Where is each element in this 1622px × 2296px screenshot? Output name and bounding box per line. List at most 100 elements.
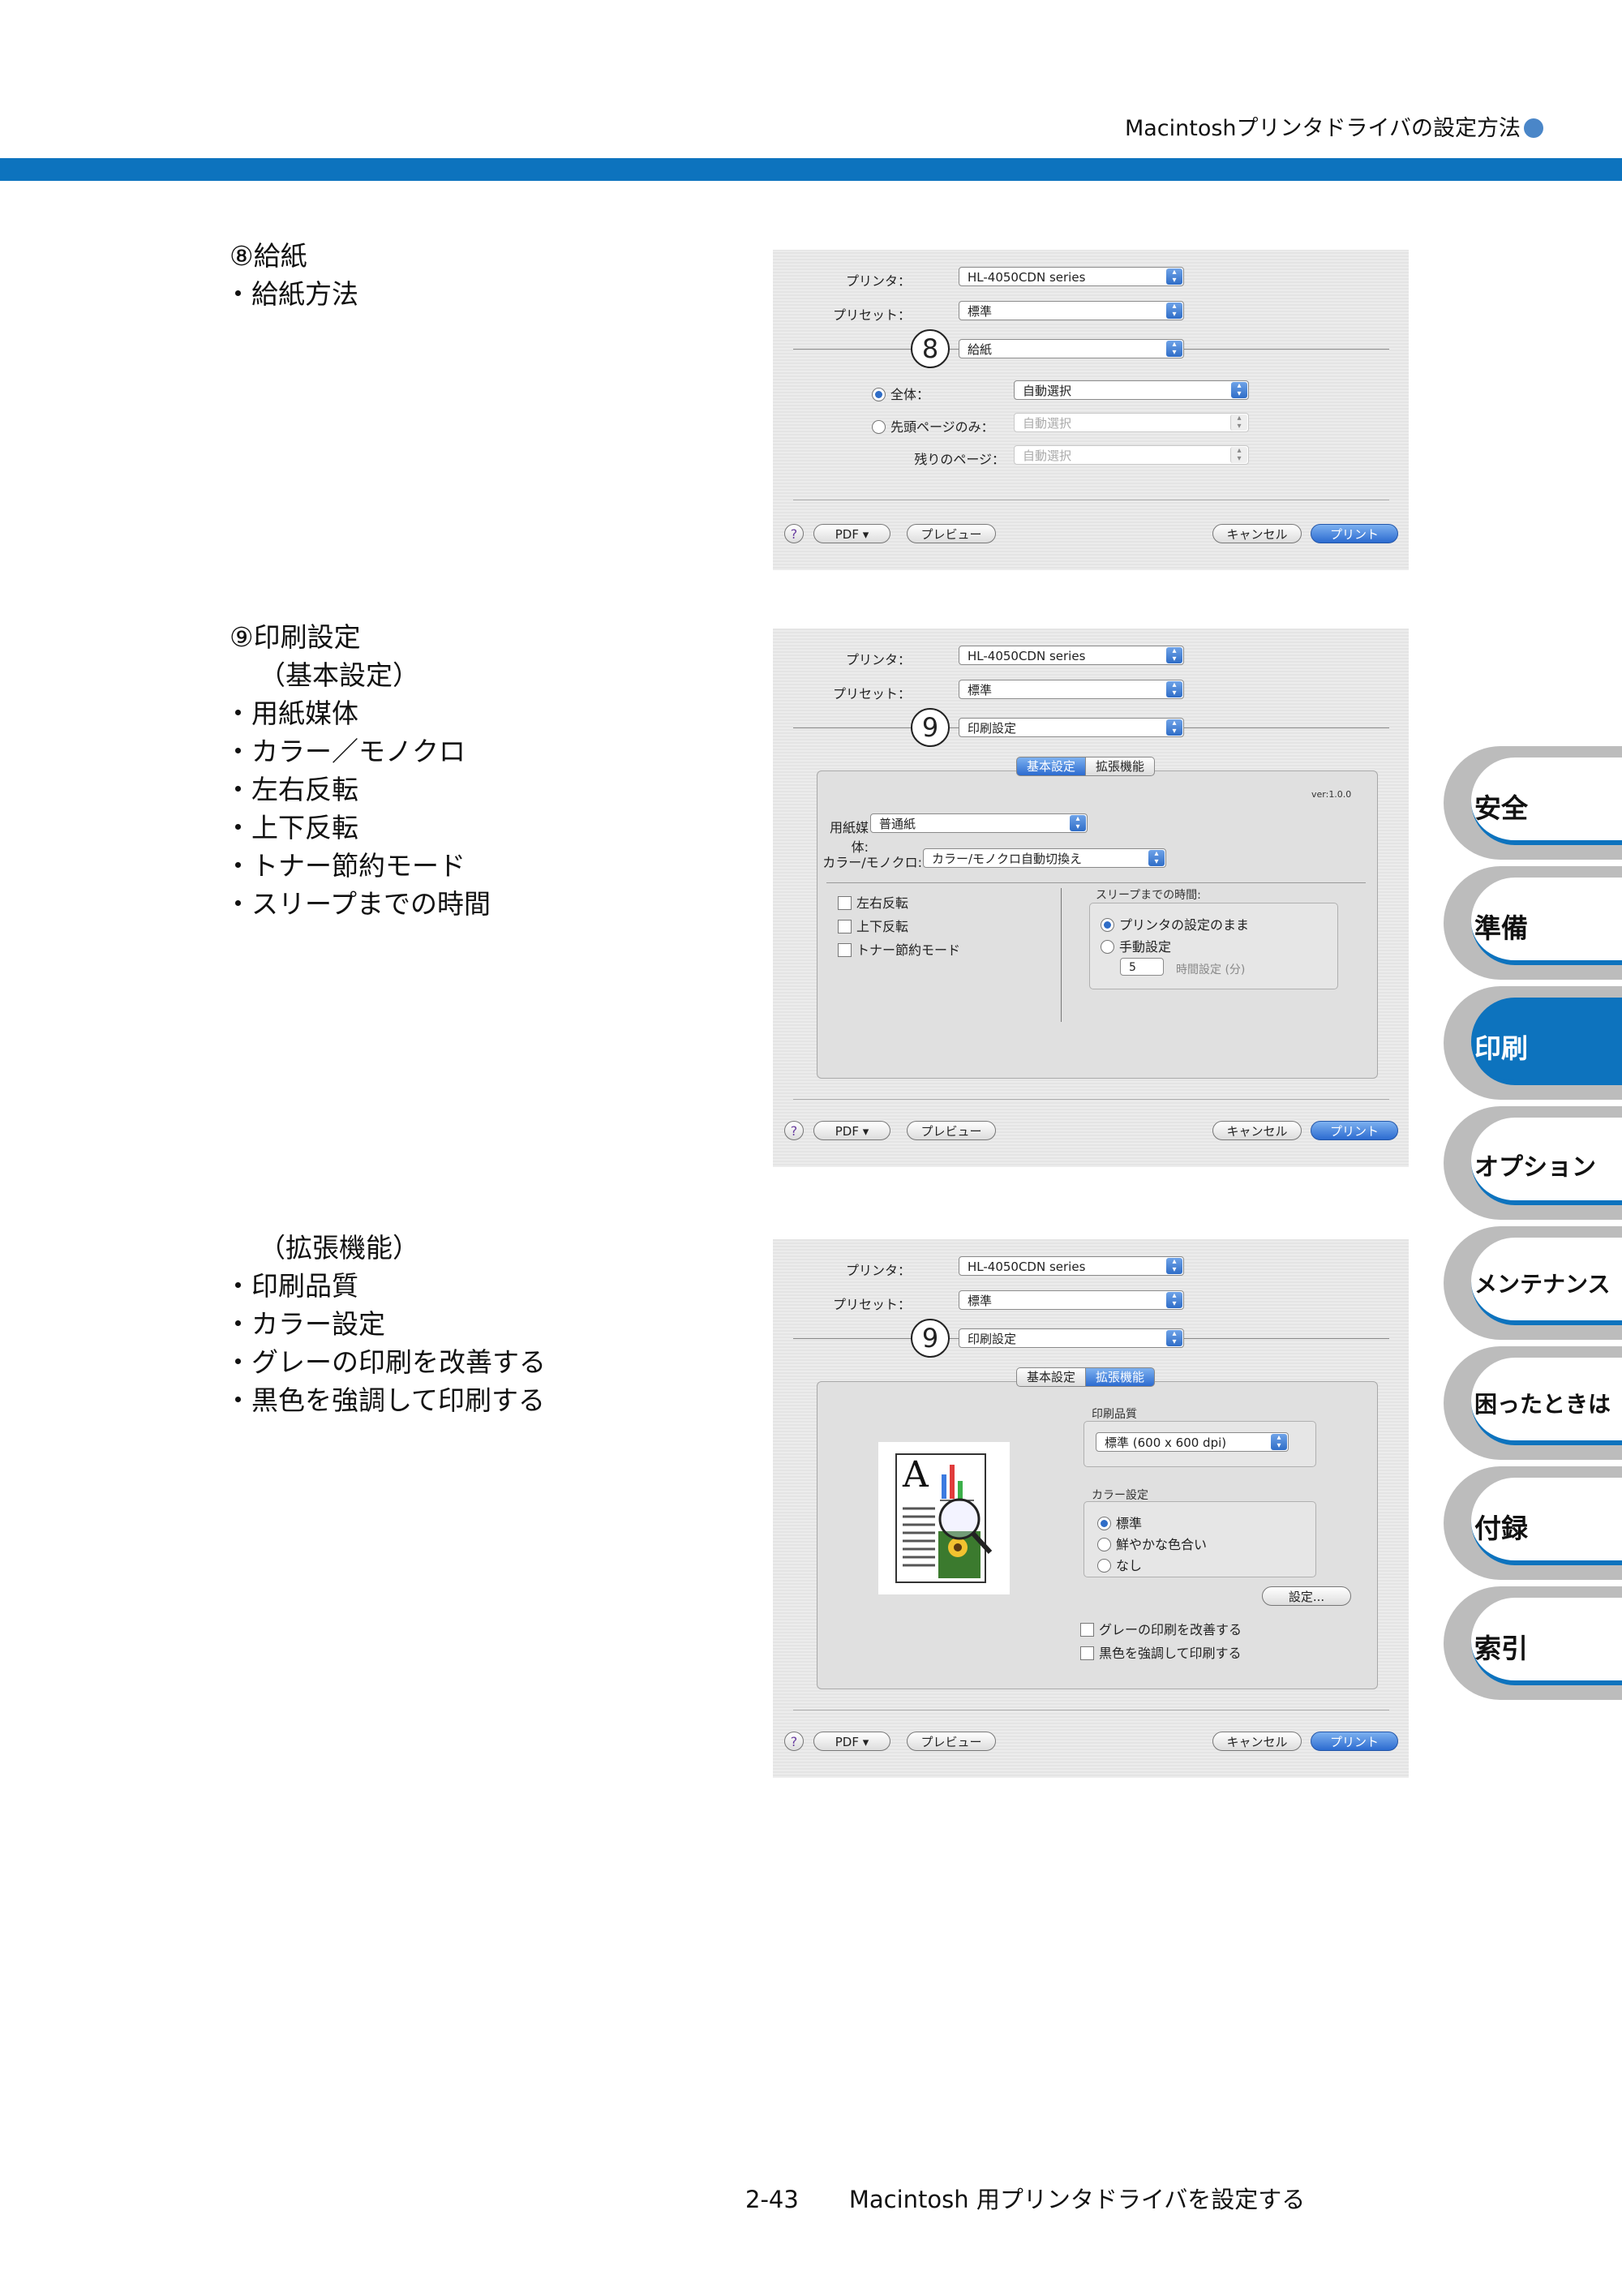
footer-title: Macintosh 用プリンタドライバを設定する — [848, 2186, 1306, 2213]
updown-arrow-icon: ▴ ▾ — [1231, 382, 1247, 398]
list-item: 黒色を強調して印刷する — [225, 1381, 546, 1419]
print-button[interactable]: プリント — [1311, 524, 1398, 543]
checkbox-icon — [1080, 1623, 1094, 1637]
help-button[interactable]: ? — [784, 1732, 804, 1751]
checkbox-icon — [838, 920, 852, 933]
radio-first-page[interactable]: 先頭ページのみ： — [872, 416, 994, 436]
section-heading: ⑧給紙 — [230, 240, 307, 272]
sleep-title: スリープまでの時間: — [1096, 889, 1201, 902]
tab-advanced[interactable]: 拡張機能 — [1086, 757, 1156, 776]
pdf-button[interactable]: PDF ▾ — [813, 524, 890, 543]
header-bar — [0, 158, 1622, 181]
help-button[interactable]: ? — [784, 524, 804, 543]
radio-icon — [1097, 1538, 1111, 1551]
printer-select[interactable]: HL-4050CDN series ▴ ▾ — [959, 1256, 1184, 1276]
cancel-button[interactable]: キャンセル — [1212, 524, 1302, 543]
updown-arrow-icon: ▴ ▾ — [1166, 341, 1182, 357]
preview-button[interactable]: プレビュー — [907, 1121, 996, 1140]
printer-select[interactable]: HL-4050CDN series ▴ ▾ — [959, 646, 1184, 665]
printer-select[interactable]: HL-4050CDN series ▴ ▾ — [959, 267, 1184, 286]
panel-select[interactable]: 印刷設定 ▴ ▾ — [959, 1328, 1184, 1348]
sleep-unit: 時間設定 (分) — [1176, 963, 1246, 976]
callout-number: 9 — [911, 1319, 950, 1358]
side-tab-label: 困ったときは — [1474, 1391, 1611, 1418]
rest-pages-select[interactable]: 自動選択 ▴ ▾ — [1014, 445, 1249, 465]
side-tab-setup[interactable]: 準備 — [1444, 866, 1622, 980]
pdf-button[interactable]: PDF ▾ — [813, 1732, 890, 1751]
list-item: スリープまでの時間 — [225, 885, 491, 923]
tab-basic[interactable]: 基本設定 — [1016, 757, 1087, 776]
vertical-divider — [1061, 888, 1062, 1022]
radio-color-vivid[interactable]: 鮮やかな色合い — [1097, 1534, 1207, 1553]
panel-select[interactable]: 給紙 ▴ ▾ — [959, 339, 1184, 358]
checkbox-icon — [838, 943, 852, 957]
updown-arrow-icon: ▴ ▾ — [1166, 1292, 1182, 1308]
tab-bar: 基本設定 拡張機能 — [1016, 1367, 1156, 1387]
side-tab-label: 安全 — [1474, 792, 1528, 824]
quality-select[interactable]: 標準 (600 x 600 dpi) ▴ ▾ — [1096, 1432, 1289, 1452]
rest-pages-label: 残りのページ： — [914, 452, 1005, 467]
radio-selected-icon — [1101, 918, 1114, 932]
toner-save-checkbox[interactable]: トナー節約モード — [838, 939, 960, 959]
side-tab-troubleshooting[interactable]: 困ったときは — [1444, 1346, 1622, 1460]
radio-selected-icon — [1097, 1517, 1111, 1530]
preview-button[interactable]: プレビュー — [907, 524, 996, 543]
radio-sleep-manual[interactable]: 手動設定 — [1101, 936, 1171, 955]
tab-advanced[interactable]: 拡張機能 — [1086, 1367, 1156, 1387]
preset-select[interactable]: 標準 ▴ ▾ — [959, 680, 1184, 699]
preset-select[interactable]: 標準 ▴ ▾ — [959, 301, 1184, 320]
radio-sleep-printer[interactable]: プリンタの設定のまま — [1101, 914, 1249, 933]
printer-label: プリンタ： — [845, 652, 911, 667]
print-button[interactable]: プリント — [1311, 1121, 1398, 1140]
preview-button[interactable]: プレビュー — [907, 1732, 996, 1751]
improve-gray-checkbox[interactable]: グレーの印刷を改善する — [1080, 1619, 1242, 1638]
preset-select[interactable]: 標準 ▴ ▾ — [959, 1290, 1184, 1310]
side-tab-print[interactable]: 印刷 — [1444, 986, 1622, 1100]
radio-icon — [872, 420, 886, 434]
section-heading: ⑨印刷設定 — [230, 621, 361, 653]
mirror-checkbox[interactable]: 左右反転 — [838, 892, 908, 912]
printer-label: プリンタ： — [845, 273, 911, 289]
section-subheading: （基本設定） — [259, 659, 419, 691]
tab-basic[interactable]: 基本設定 — [1016, 1367, 1087, 1387]
preset-label: プリセット： — [832, 1297, 911, 1312]
radio-color-none[interactable]: なし — [1097, 1555, 1142, 1574]
side-tab-appendix[interactable]: 付録 — [1444, 1466, 1622, 1580]
sleep-minutes-input[interactable]: 5 — [1120, 958, 1164, 976]
updown-arrow-icon: ▴ ▾ — [1070, 815, 1086, 831]
dialog-paper-feed: プリンタ： HL-4050CDN series ▴ ▾ プリセット： 標準 ▴ ▾ 8 … — [773, 250, 1409, 570]
side-tab-options[interactable]: オプション — [1444, 1106, 1622, 1220]
help-button[interactable]: ? — [784, 1121, 804, 1140]
updown-arrow-icon: ▴ ▾ — [1166, 1330, 1182, 1346]
side-tab-index[interactable]: 索引 — [1444, 1586, 1622, 1700]
cancel-button[interactable]: キャンセル — [1212, 1732, 1302, 1751]
radio-all[interactable]: 全体： — [872, 384, 929, 403]
side-tab-label: メンテナンス — [1474, 1271, 1611, 1298]
radio-selected-icon — [872, 388, 886, 401]
print-button[interactable]: プリント — [1311, 1732, 1398, 1751]
media-label: 用紙媒体: — [829, 820, 869, 855]
panel-select[interactable]: 印刷設定 ▴ ▾ — [959, 718, 1184, 737]
list-item: カラー設定 — [225, 1305, 546, 1343]
enhance-black-checkbox[interactable]: 黒色を強調して印刷する — [1080, 1642, 1242, 1662]
flip-checkbox[interactable]: 上下反転 — [838, 916, 908, 935]
updown-arrow-icon: ▴ ▾ — [1230, 447, 1247, 463]
list-item: 上下反転 — [225, 809, 491, 847]
all-select[interactable]: 自動選択 ▴ ▾ — [1014, 380, 1249, 400]
cancel-button[interactable]: キャンセル — [1212, 1121, 1302, 1140]
header-dot-icon — [1524, 118, 1543, 138]
first-page-select[interactable]: 自動選択 ▴ ▾ — [1014, 413, 1249, 432]
color-mode-select[interactable]: カラー/モノクロ自動切換え ▴ ▾ — [923, 848, 1166, 868]
pdf-button[interactable]: PDF ▾ — [813, 1121, 890, 1140]
side-tab-maintenance[interactable]: メンテナンス — [1444, 1226, 1622, 1340]
checkbox-icon — [838, 896, 852, 910]
settings-button[interactable]: 設定... — [1262, 1586, 1351, 1606]
preset-label: プリセット： — [832, 686, 911, 702]
radio-color-standard[interactable]: 標準 — [1097, 1513, 1142, 1532]
media-select[interactable]: 普通紙 ▴ ▾ — [870, 813, 1088, 833]
list-item: グレーの印刷を改善する — [225, 1343, 546, 1381]
side-tab-safety[interactable]: 安全 — [1444, 746, 1622, 860]
radio-icon — [1097, 1559, 1111, 1573]
updown-arrow-icon: ▴ ▾ — [1230, 414, 1247, 431]
side-tab-label: 付録 — [1474, 1513, 1528, 1544]
